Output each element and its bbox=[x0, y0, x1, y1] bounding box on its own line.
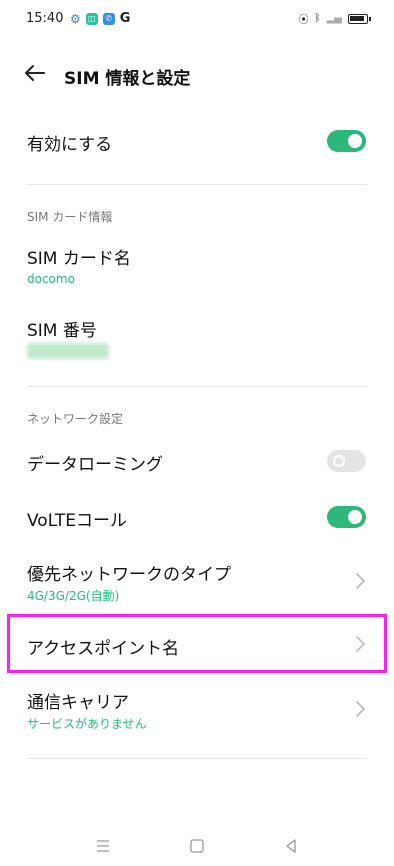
system-icons: ⦿ ᛒ ▂▄ bbox=[298, 11, 371, 26]
vibrate-icon: ⦿ bbox=[298, 15, 309, 26]
enable-sim-toggle[interactable] bbox=[327, 130, 366, 152]
divider bbox=[27, 386, 367, 387]
sim-name-row[interactable]: SIM カード名 docomo bbox=[0, 240, 394, 292]
chevron-right-icon bbox=[356, 701, 366, 717]
menu-icon[interactable] bbox=[95, 838, 111, 854]
back-arrow-icon[interactable] bbox=[22, 60, 48, 86]
chevron-right-icon bbox=[356, 573, 366, 589]
preferred-network-title: 優先ネットワークのタイプ bbox=[27, 565, 231, 585]
home-icon[interactable] bbox=[189, 838, 205, 854]
carrier-row[interactable]: 通信キャリア サービスがありません bbox=[0, 682, 394, 738]
carrier-title: 通信キャリア bbox=[27, 693, 129, 713]
sim-name-value: docomo bbox=[27, 272, 75, 286]
back-icon[interactable] bbox=[283, 838, 299, 854]
page-title: SIM 情報と設定 bbox=[64, 69, 191, 89]
network-section-label: ネットワーク設定 bbox=[27, 412, 124, 426]
app-notification-icon-2: ✆ bbox=[102, 12, 115, 25]
settings-gear-icon: ⚙ bbox=[70, 11, 81, 26]
status-time: 15:40 bbox=[26, 11, 64, 26]
carrier-value: サービスがありません bbox=[27, 717, 147, 731]
preferred-network-row[interactable]: 優先ネットワークのタイプ 4G/3G/2G(自動) bbox=[0, 552, 394, 608]
sim-name-title: SIM カード名 bbox=[27, 249, 131, 269]
bluetooth-icon: ᛒ bbox=[314, 13, 321, 24]
signal-icon: ▂▄ bbox=[326, 13, 342, 24]
enable-sim-row[interactable]: 有効にする bbox=[0, 118, 394, 164]
google-icon: G bbox=[119, 11, 131, 26]
data-roaming-row[interactable]: データローミング bbox=[0, 440, 394, 484]
volte-label: VoLTEコール bbox=[27, 511, 127, 531]
data-roaming-toggle[interactable] bbox=[327, 450, 366, 472]
highlight-annotation-box bbox=[7, 614, 387, 673]
preferred-network-value: 4G/3G/2G(自動) bbox=[27, 589, 120, 603]
volte-toggle[interactable] bbox=[327, 506, 366, 528]
sim-number-blurred-value bbox=[27, 343, 109, 359]
data-roaming-label: データローミング bbox=[27, 455, 163, 475]
notification-icons: ⚙ ◫ ✆ G bbox=[70, 11, 130, 26]
divider bbox=[27, 758, 367, 759]
volte-row[interactable]: VoLTEコール bbox=[0, 498, 394, 542]
sim-card-section-label: SIM カード情報 bbox=[27, 210, 113, 224]
system-nav-bar bbox=[0, 830, 394, 866]
divider bbox=[27, 184, 367, 185]
enable-sim-label: 有効にする bbox=[27, 135, 113, 155]
status-bar: 15:40 ⚙ ◫ ✆ G ⦿ ᛒ ▂▄ bbox=[0, 0, 394, 36]
app-header: SIM 情報と設定 bbox=[0, 56, 394, 94]
battery-icon bbox=[348, 13, 371, 24]
sim-number-title: SIM 番号 bbox=[27, 321, 97, 341]
app-notification-icon: ◫ bbox=[85, 12, 98, 25]
